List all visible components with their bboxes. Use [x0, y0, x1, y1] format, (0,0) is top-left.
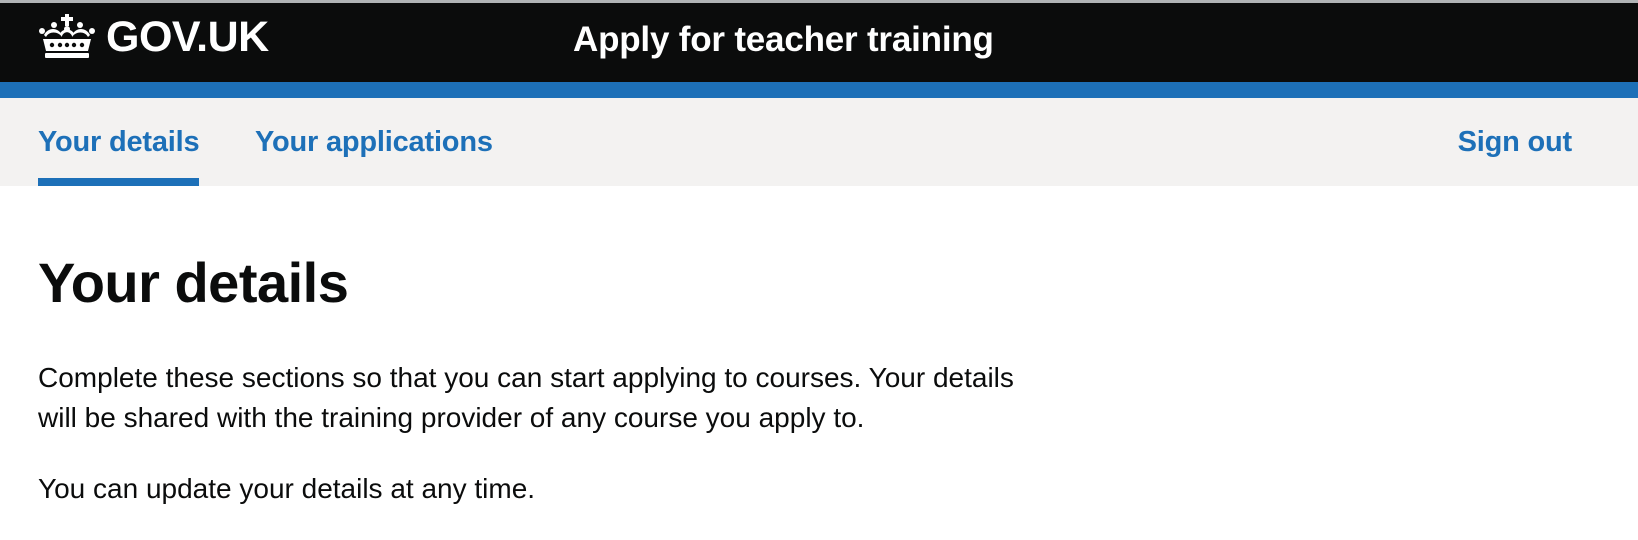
govuk-logo-link[interactable]: GOV.UK [38, 13, 269, 61]
govuk-header: GOV.UK Apply for teacher training [0, 0, 1638, 98]
page-title: Your details [38, 251, 349, 314]
sign-out-link[interactable]: Sign out [1458, 98, 1573, 186]
header-blue-stripe [0, 82, 1638, 98]
header-container: GOV.UK Apply for teacher training [0, 3, 1638, 82]
update-details-paragraph: You can update your details at any time. [38, 472, 536, 504]
nav-item-your-details[interactable]: Your details [38, 98, 200, 186]
service-name-link[interactable]: Apply for teacher training [573, 20, 994, 60]
govuk-logo-text: GOV.UK [106, 12, 269, 61]
intro-paragraph: Complete these sections so that you can … [38, 361, 1014, 434]
nav-item-your-applications[interactable]: Your applications [255, 98, 493, 186]
primary-navigation: Your details Your applications Sign out [0, 98, 1638, 186]
crown-icon [39, 14, 95, 58]
main-content: Your details Complete these sections so … [0, 252, 1638, 509]
